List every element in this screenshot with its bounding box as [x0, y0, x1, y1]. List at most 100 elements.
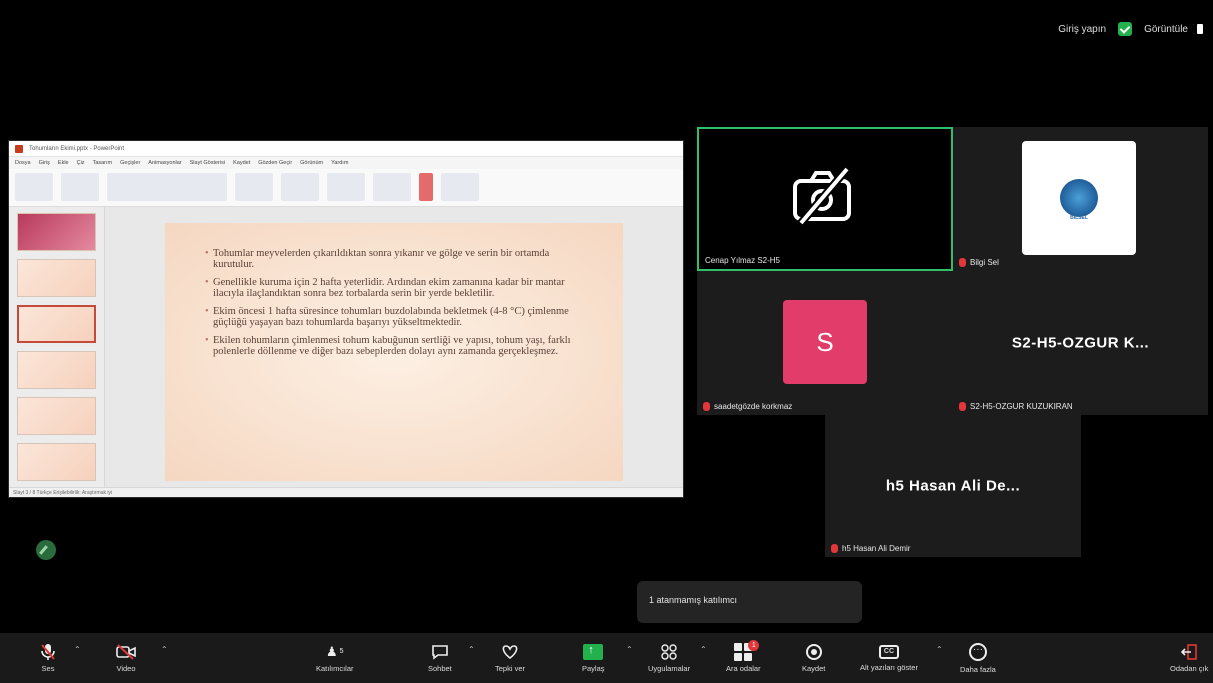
captions-caret-icon[interactable]: ⌃: [936, 645, 943, 654]
participants-icon: ♟ 5: [325, 643, 344, 659]
breakout-badge: 1: [748, 639, 760, 651]
ribbon-group: [235, 173, 273, 201]
participant-tile[interactable]: S saadetgözde korkmaz: [697, 271, 953, 415]
ppt-ribbon: [9, 169, 683, 207]
apps-caret-icon[interactable]: ⌃: [700, 645, 707, 654]
more-button[interactable]: ··· Daha fazla: [960, 633, 996, 683]
top-bar: Giriş yapın Görüntüle: [1058, 18, 1203, 40]
participant-tile[interactable]: Cenap Yılmaz S2-H5: [697, 127, 953, 271]
breakout-label: Ara odalar: [726, 663, 761, 673]
audio-caret-icon[interactable]: ⌃: [74, 645, 81, 654]
view-grid-icon: [1193, 24, 1203, 34]
signin-link[interactable]: Giriş yapın: [1058, 24, 1106, 35]
apps-button[interactable]: Uygulamalar: [648, 633, 690, 683]
leave-room-button[interactable]: Odadan çık: [1170, 633, 1208, 683]
ribbon-group: [61, 173, 99, 201]
current-slide: Tohumlar meyvelerden çıkarıldıktan sonra…: [165, 223, 623, 481]
react-label: Tepki ver: [495, 663, 526, 673]
audio-button[interactable]: Ses: [38, 633, 58, 683]
shared-screen: Tohumların Ekimi.pptx - PowerPoint Dosya…: [8, 140, 684, 498]
logo-text: BİLSEL: [1070, 215, 1088, 221]
chat-button[interactable]: Sohbet: [428, 633, 452, 683]
ppt-tab: Ekle: [57, 160, 69, 166]
security-shield-icon[interactable]: [1118, 22, 1133, 36]
slide-thumbnail: [17, 213, 96, 251]
slide-bullet: Tohumlar meyvelerden çıkarıldıktan sonra…: [205, 248, 587, 270]
apps-icon: [659, 643, 679, 660]
captions-icon: CC: [878, 644, 899, 659]
participant-name-text: saadetgözde korkmaz: [714, 402, 793, 411]
slide-canvas: Tohumlar meyvelerden çıkarıldıktan sonra…: [105, 207, 683, 487]
share-caret-icon[interactable]: ⌃: [626, 645, 633, 654]
mic-muted-icon: [38, 643, 58, 660]
participants-button[interactable]: ♟ 5 Katılımcılar: [316, 633, 354, 683]
chat-label: Sohbet: [428, 663, 452, 673]
slide-bullet: Ekim öncesi 1 hafta süresince tohumları …: [205, 306, 587, 328]
ribbon-group: [327, 173, 365, 201]
ribbon-group: [419, 173, 433, 201]
ppt-statusbar: Slayt 3 / 8 Türkçe Erişilebilirlik: Araş…: [9, 487, 683, 497]
view-button[interactable]: Görüntüle: [1144, 24, 1203, 35]
share-screen-icon: [583, 643, 604, 660]
ppt-tab: Dosya: [15, 160, 31, 166]
record-button[interactable]: Kaydet: [802, 633, 825, 683]
mic-muted-icon: [831, 544, 838, 553]
participant-name: saadetgözde korkmaz: [703, 402, 792, 411]
meeting-toolbar: Ses ⌃ Video ⌃ ♟5 Katılımcılar Sohbet ⌃: [0, 633, 1213, 683]
logo-globe-icon: [1060, 179, 1098, 217]
participant-name: Bilgi Sel: [959, 258, 999, 267]
video-button[interactable]: Video: [116, 633, 136, 683]
participant-name-text: h5 Hasan Ali Demir: [842, 544, 911, 553]
participant-name: S2-H5-OZGUR KUZUKIRAN: [959, 402, 1073, 411]
participant-tile[interactable]: h5 Hasan Ali De... h5 Hasan Ali Demir: [825, 415, 1081, 557]
participant-display-name: S2-H5-OZGUR K...: [1011, 334, 1150, 352]
record-icon: [805, 643, 822, 660]
slide-bullet: Ekilen tohumların çimlenmesi tohum kabuğ…: [205, 335, 587, 357]
apps-label: Uygulamalar: [648, 663, 691, 673]
participant-name-text: S2-H5-OZGUR KUZUKIRAN: [970, 402, 1073, 411]
ppt-tab: Görünüm: [300, 160, 324, 166]
record-label: Kaydet: [802, 663, 826, 673]
video-label: Video: [116, 663, 136, 673]
ppt-tab: Çiz: [76, 160, 85, 166]
notification-toast[interactable]: 1 atanmamış katılımcı: [637, 581, 862, 623]
share-button[interactable]: Paylaş: [582, 633, 605, 683]
breakout-rooms-button[interactable]: 1 Ara odalar: [726, 633, 761, 683]
chat-icon: [430, 644, 450, 660]
leave-room-label: Odadan çık: [1170, 663, 1209, 673]
ppt-tab: Slayt Gösterisi: [189, 160, 226, 166]
participant-name: Cenap Yılmaz S2-H5: [705, 256, 780, 265]
slide-bullet: Genellikle kuruma için 2 hafta yeterlidi…: [205, 277, 587, 299]
participant-tile[interactable]: S2-H5-OZGUR K... S2-H5-OZGUR KUZUKIRAN: [953, 271, 1208, 415]
react-button[interactable]: Tepki ver: [495, 633, 525, 683]
ppt-tab: Gözden Geçir: [258, 160, 293, 166]
captions-button[interactable]: CC Alt yazıları göster: [860, 633, 918, 683]
ribbon-group: [15, 173, 53, 201]
ppt-ribbon-tabs: Dosya Giriş Ekle Çiz Tasarım Geçişler An…: [9, 157, 683, 169]
ribbon-group: [107, 173, 227, 201]
meeting-window: Giriş yapın Görüntüle Tohumların Ekimi.p…: [0, 0, 1213, 683]
heart-icon: [500, 644, 520, 660]
ribbon-group: [441, 173, 479, 201]
participant-tile[interactable]: BİLSEL Bilgi Sel: [953, 127, 1208, 271]
video-off-icon: [116, 643, 136, 660]
mic-muted-icon: [959, 258, 966, 267]
ribbon-group: [373, 173, 411, 201]
participant-display-name: h5 Hasan Ali De...: [885, 477, 1021, 495]
ppt-titlebar: Tohumların Ekimi.pptx - PowerPoint: [9, 141, 683, 157]
video-caret-icon[interactable]: ⌃: [161, 645, 168, 654]
audio-label: Ses: [41, 663, 55, 673]
view-label: Görüntüle: [1144, 23, 1188, 35]
ppt-tab: Tasarım: [92, 160, 113, 166]
share-label: Paylaş: [582, 663, 605, 673]
slide-thumbnail: [17, 397, 96, 435]
slide-thumbnail-selected: [17, 305, 96, 343]
more-icon: ···: [968, 642, 987, 661]
annotate-pencil-icon[interactable]: [36, 540, 56, 560]
captions-label: Alt yazıları göster: [860, 662, 918, 672]
chat-caret-icon[interactable]: ⌃: [468, 645, 475, 654]
avatar: S: [783, 300, 867, 384]
participants-count: 5: [339, 648, 344, 655]
profile-logo: BİLSEL: [1022, 141, 1136, 255]
breakout-rooms-icon: 1: [733, 639, 760, 661]
